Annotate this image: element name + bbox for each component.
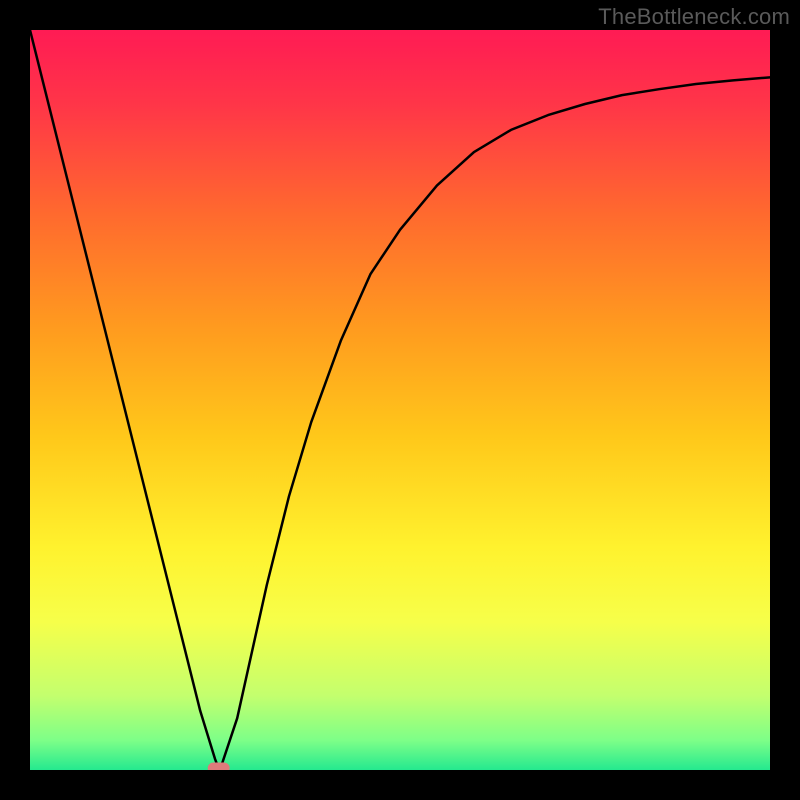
optimal-point-marker xyxy=(208,763,230,771)
chart-svg xyxy=(30,30,770,770)
attribution-text: TheBottleneck.com xyxy=(598,4,790,30)
chart-frame: TheBottleneck.com xyxy=(0,0,800,800)
gradient-background xyxy=(30,30,770,770)
plot-area xyxy=(30,30,770,770)
